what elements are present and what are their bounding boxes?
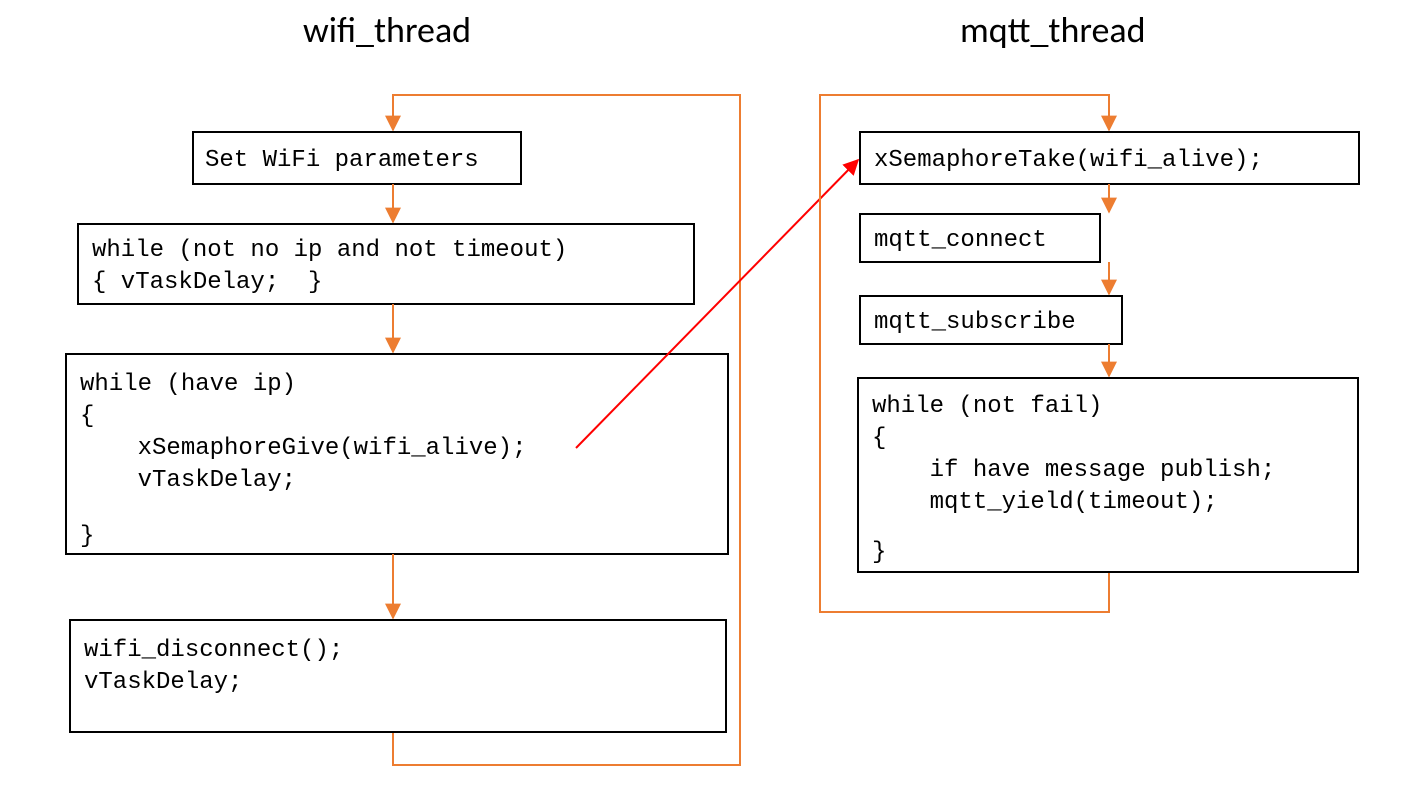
wifi-box-have-ip-l5: } [80, 523, 94, 550]
mqtt-box-connect-text: mqtt_connect [874, 227, 1047, 254]
wifi-box-disconnect-l1: wifi_disconnect(); [84, 637, 343, 664]
wifi-box-have-ip-l1: while (have ip) [80, 371, 296, 398]
mqtt-box-loop-l4: mqtt_yield(timeout); [872, 489, 1218, 516]
wifi-thread-title: wifi_thread [303, 8, 471, 52]
mqtt-box-loop-l3: if have message publish; [872, 457, 1275, 484]
wifi-box-have-ip-l3: xSemaphoreGive(wifi_alive); [80, 435, 526, 462]
wifi-box-have-ip-l4: vTaskDelay; [80, 467, 296, 494]
wifi-box-wait-ip-l2: { vTaskDelay; } [92, 269, 322, 296]
mqtt-box-loop-l1: while (not fail) [872, 393, 1102, 420]
wifi-box-disconnect-l2: vTaskDelay; [84, 669, 242, 696]
wifi-box-wait-ip-l1: while (not no ip and not timeout) [92, 237, 567, 264]
wifi-box-set-params-text: Set WiFi parameters [205, 147, 479, 174]
diagram-canvas: wifi_thread Set WiFi parameters while (n… [0, 0, 1425, 801]
mqtt-thread-title: mqtt_thread [960, 8, 1146, 52]
mqtt-box-loop-l5: } [872, 539, 886, 566]
wifi-box-have-ip-l2: { [80, 403, 94, 430]
mqtt-box-loop-l2: { [872, 425, 886, 452]
mqtt-box-subscribe-text: mqtt_subscribe [874, 309, 1076, 336]
mqtt-box-sem-take-text: xSemaphoreTake(wifi_alive); [874, 147, 1263, 174]
